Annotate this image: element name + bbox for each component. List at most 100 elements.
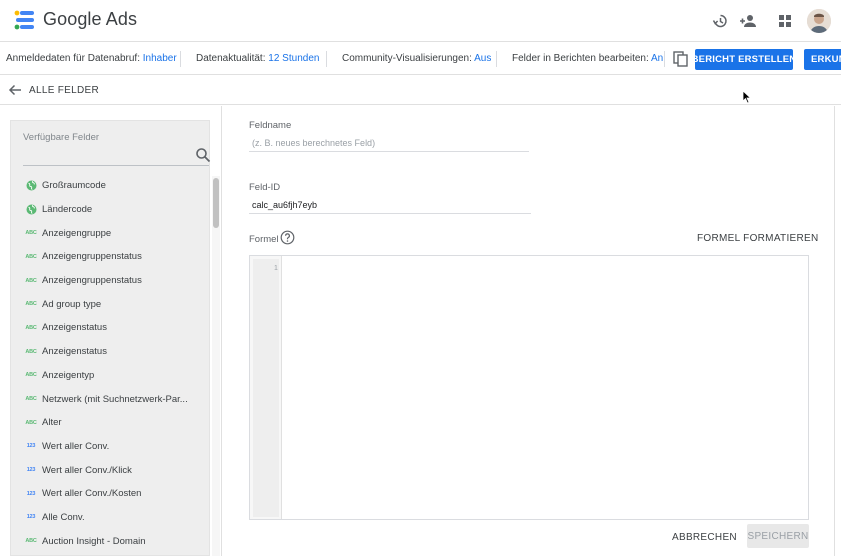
number-type-glyph: 123 xyxy=(26,514,36,521)
community-value-link[interactable]: Aus xyxy=(474,53,491,64)
number-type-icon: 123 xyxy=(25,488,37,500)
text-type-glyph: ABC xyxy=(25,538,37,545)
text-type-glyph: ABC xyxy=(25,277,37,284)
field-label: Großraumcode xyxy=(42,180,106,192)
line-number: 1 xyxy=(274,265,278,272)
field-list: Großraumcode Ländercode ABC Anzeigengruppe A… xyxy=(11,174,211,553)
field-label: Auction Insight - Domain xyxy=(42,535,146,547)
save-button[interactable]: SPEICHERN xyxy=(747,524,809,548)
freshness-value-link[interactable]: 12 Stunden xyxy=(268,53,319,64)
mouse-cursor-icon xyxy=(742,90,752,104)
edit-fields-label: Felder in Berichten bearbeiten: xyxy=(512,53,649,64)
text-type-glyph: ABC xyxy=(25,348,37,355)
field-list-item[interactable]: 123 Wert aller Conv./Kosten xyxy=(11,482,211,506)
field-list-item[interactable]: ABC Anzeigentyp xyxy=(11,364,211,388)
history-icon[interactable] xyxy=(710,11,730,31)
fieldid-input[interactable]: calc_au6fjh7eyb xyxy=(249,196,531,214)
community-label: Community-Visualisierungen: xyxy=(342,53,472,64)
divider xyxy=(326,51,327,67)
field-label: Anzeigengruppe xyxy=(42,227,112,239)
globe-icon xyxy=(25,204,37,216)
credentials-label: Anmeldedaten für Datenabruf: xyxy=(6,53,140,64)
text-type-icon: ABC xyxy=(25,227,37,239)
number-type-glyph: 123 xyxy=(26,467,36,474)
field-label: Anzeigengruppenstatus xyxy=(42,251,142,263)
text-type-icon: ABC xyxy=(25,369,37,381)
apps-grid-icon[interactable] xyxy=(775,11,795,31)
text-type-icon: ABC xyxy=(25,322,37,334)
field-list-item[interactable]: ABC Anzeigengruppenstatus xyxy=(11,245,211,269)
edit-fields-setting[interactable]: Felder in Berichten bearbeiten: An xyxy=(512,53,663,64)
text-type-icon: ABC xyxy=(25,251,37,263)
text-type-icon: ABC xyxy=(25,275,37,287)
breadcrumb: ALLE FELDER xyxy=(0,76,841,105)
field-list-item[interactable]: ABC Ad group type xyxy=(11,292,211,316)
field-label: Alle Conv. xyxy=(42,511,85,523)
back-arrow-icon[interactable] xyxy=(8,83,22,97)
field-list-item[interactable]: 123 Wert aller Conv. xyxy=(11,435,211,459)
field-label: Netzwerk (mit Suchnetzwerk-Par... xyxy=(42,393,188,405)
person-add-icon[interactable] xyxy=(738,11,758,31)
divider xyxy=(664,51,665,67)
field-list-item[interactable]: ABC Anzeigenstatus xyxy=(11,340,211,364)
text-type-glyph: ABC xyxy=(25,324,37,331)
number-type-icon: 123 xyxy=(25,511,37,523)
panel-title: Verfügbare Felder xyxy=(23,132,100,143)
community-visualizations-setting[interactable]: Community-Visualisierungen: Aus xyxy=(342,53,491,64)
field-label: Anzeigenstatus xyxy=(42,346,107,358)
text-type-icon: ABC xyxy=(25,535,37,547)
freshness-setting[interactable]: Datenaktualität: 12 Stunden xyxy=(196,53,319,64)
field-list-item[interactable]: 123 Wert aller Conv./Klick xyxy=(11,458,211,482)
editor-gutter: 1 xyxy=(250,256,282,519)
scrollbar-thumb[interactable] xyxy=(213,178,219,228)
credentials-value-link[interactable]: Inhaber xyxy=(143,53,177,64)
field-list-item[interactable]: Ländercode xyxy=(11,198,211,222)
field-list-item[interactable]: Großraumcode xyxy=(11,174,211,198)
field-list-item[interactable]: ABC Netzwerk (mit Suchnetzwerk-Par... xyxy=(11,387,211,411)
field-list-item[interactable]: ABC Anzeigengruppenstatus xyxy=(11,269,211,293)
number-type-icon: 123 xyxy=(25,464,37,476)
google-ads-logo-icon[interactable] xyxy=(14,10,36,30)
field-label: Wert aller Conv./Klick xyxy=(42,464,132,476)
field-list-item[interactable]: 123 Alle Conv. xyxy=(11,506,211,530)
text-type-glyph: ABC xyxy=(25,419,37,426)
edit-fields-value-link[interactable]: An xyxy=(651,53,663,64)
text-type-icon: ABC xyxy=(25,346,37,358)
field-label: Anzeigengruppenstatus xyxy=(42,275,142,287)
avatar[interactable] xyxy=(807,9,831,33)
field-label: Ad group type xyxy=(42,298,102,310)
available-fields-panel: Verfügbare Felder Großraumcode Ländercode… xyxy=(10,120,211,556)
copy-icon[interactable] xyxy=(672,50,690,68)
search-icon[interactable] xyxy=(195,147,211,163)
help-icon[interactable] xyxy=(280,230,295,245)
field-list-item[interactable]: ABC Auction Insight - Domain xyxy=(11,529,211,553)
field-list-item[interactable]: ABC Alter xyxy=(11,411,211,435)
create-report-button[interactable]: BERICHT ERSTELLEN xyxy=(695,49,793,70)
field-list-scrollbar[interactable] xyxy=(212,176,220,556)
formula-label: Formel xyxy=(249,234,279,245)
back-label[interactable]: ALLE FELDER xyxy=(29,85,99,96)
fieldname-input[interactable]: (z. B. neues berechnetes Feld) xyxy=(249,134,529,152)
gutter-panel xyxy=(253,259,279,517)
formula-editor[interactable]: 1 xyxy=(249,255,809,520)
field-list-item[interactable]: ABC Anzeigenstatus xyxy=(11,316,211,340)
cancel-button[interactable]: ABBRECHEN xyxy=(672,532,737,543)
field-label: Wert aller Conv./Kosten xyxy=(42,488,142,500)
field-list-item[interactable]: ABC Anzeigengruppe xyxy=(11,221,211,245)
app-header: Google Ads xyxy=(0,0,841,42)
number-type-glyph: 123 xyxy=(26,443,36,450)
field-label: Anzeigenstatus xyxy=(42,322,107,334)
divider xyxy=(834,106,835,556)
credentials-setting[interactable]: Anmeldedaten für Datenabruf: Inhaber xyxy=(6,53,177,64)
divider xyxy=(221,106,222,556)
number-type-glyph: 123 xyxy=(26,490,36,497)
format-formula-button[interactable]: FORMEL FORMATIEREN xyxy=(697,233,819,244)
text-type-glyph: ABC xyxy=(25,372,37,379)
text-type-glyph: ABC xyxy=(25,396,37,403)
text-type-icon: ABC xyxy=(25,417,37,429)
text-type-glyph: ABC xyxy=(25,230,37,237)
freshness-label: Datenaktualität: xyxy=(196,53,266,64)
field-search-input[interactable] xyxy=(23,165,209,166)
field-label: Alter xyxy=(42,417,62,429)
explore-button[interactable]: ERKUNDEN xyxy=(804,49,841,70)
